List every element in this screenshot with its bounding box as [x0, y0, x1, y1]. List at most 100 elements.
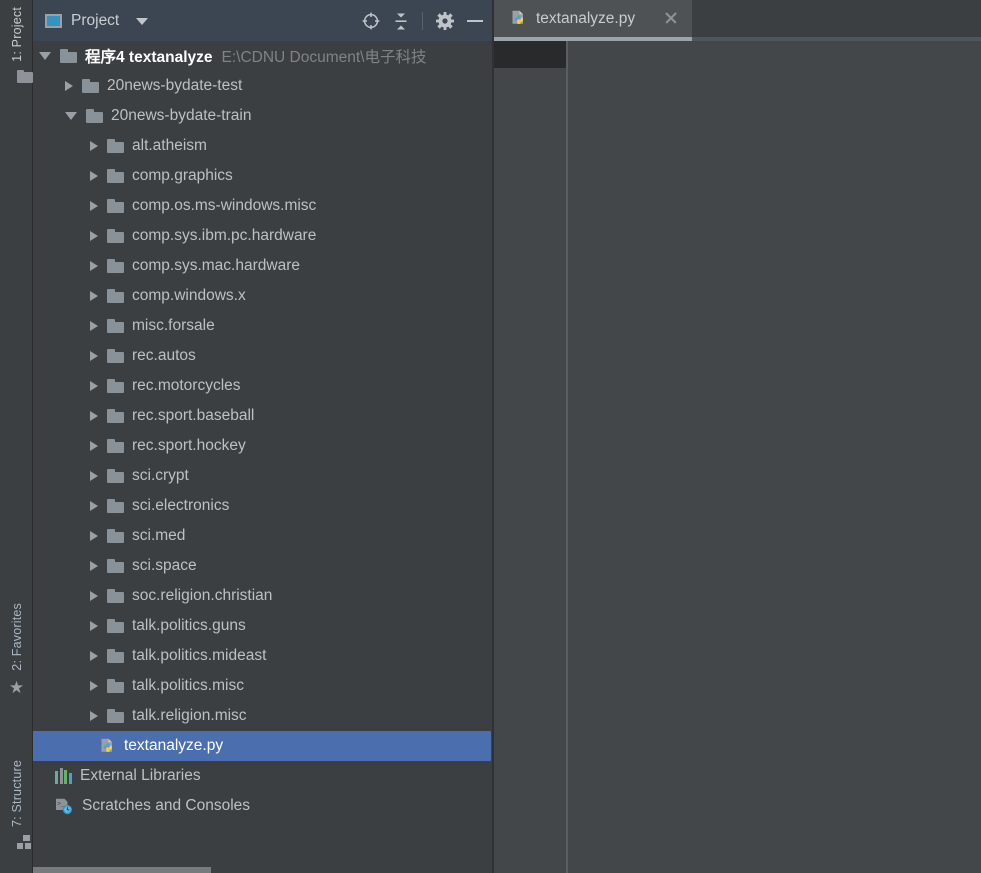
- chevron-collapsed-icon[interactable]: [90, 531, 98, 541]
- sidebar-tab-project[interactable]: 1: Project: [0, 4, 33, 70]
- gear-icon[interactable]: [436, 11, 454, 30]
- chevron-collapsed-icon[interactable]: [90, 171, 98, 181]
- tree-row-label: 20news-bydate-test: [107, 77, 243, 94]
- tree-row-label: talk.religion.misc: [132, 707, 247, 724]
- chevron-collapsed-icon[interactable]: [90, 651, 98, 661]
- chevron-collapsed-icon[interactable]: [90, 141, 98, 151]
- chevron-collapsed-icon[interactable]: [90, 411, 98, 421]
- tree-row-label: talk.politics.misc: [132, 677, 244, 694]
- project-tool-window: Project 程序4 textanalyze E:\CDNU Document…: [33, 0, 493, 873]
- collapse-all-icon[interactable]: [393, 13, 409, 29]
- chevron-expanded-icon[interactable]: [65, 112, 77, 120]
- tree-row-misc-forsale[interactable]: misc.forsale: [33, 311, 493, 341]
- chevron-collapsed-icon[interactable]: [90, 261, 98, 271]
- chevron-collapsed-icon[interactable]: [90, 291, 98, 301]
- tree-row-sci-crypt[interactable]: sci.crypt: [33, 461, 493, 491]
- tree-row-talk-politics-guns[interactable]: talk.politics.guns: [33, 611, 493, 641]
- chevron-collapsed-icon[interactable]: [90, 561, 98, 571]
- close-icon[interactable]: [664, 11, 678, 25]
- project-panel-header: Project: [33, 0, 493, 41]
- tree-row-label: rec.sport.hockey: [132, 437, 246, 454]
- tree-row-root[interactable]: 程序4 textanalyze E:\CDNU Document\电子科技: [33, 41, 493, 71]
- tree-row-rec-sport-baseball[interactable]: rec.sport.baseball: [33, 401, 493, 431]
- tree-row-label: alt.atheism: [132, 137, 207, 154]
- project-tree[interactable]: 程序4 textanalyze E:\CDNU Document\电子科技 20…: [33, 41, 493, 866]
- chevron-collapsed-icon[interactable]: [90, 351, 98, 361]
- tree-row-sci-med[interactable]: sci.med: [33, 521, 493, 551]
- tree-row-label: Scratches and Consoles: [82, 797, 251, 814]
- tree-row-label: talk.politics.mideast: [132, 647, 267, 664]
- chevron-collapsed-icon[interactable]: [90, 621, 98, 631]
- tree-row-20news-bydate-train[interactable]: 20news-bydate-train: [33, 101, 493, 131]
- project-horizontal-scrollbar[interactable]: [33, 866, 493, 873]
- tree-row-label: sci.crypt: [132, 467, 189, 484]
- sidebar-tab-favorites[interactable]: 2: Favorites ★: [0, 600, 33, 696]
- scratches-consoles-icon: >_: [55, 798, 74, 815]
- chevron-collapsed-icon[interactable]: [90, 681, 98, 691]
- scrollbar-thumb[interactable]: [33, 867, 211, 873]
- tree-row-label: textanalyze.py: [124, 737, 224, 754]
- minimize-icon[interactable]: [467, 19, 483, 22]
- folder-icon: [107, 559, 124, 573]
- tree-row-comp-os-ms-windows-misc[interactable]: comp.os.ms-windows.misc: [33, 191, 493, 221]
- tree-row-rec-autos[interactable]: rec.autos: [33, 341, 493, 371]
- tree-row-label: External Libraries: [80, 767, 201, 784]
- tree-row-label: sci.electronics: [132, 497, 230, 514]
- editor-tab-label: textanalyze.py: [536, 9, 636, 27]
- toolbar-divider: [422, 11, 423, 30]
- tree-row-rec-motorcycles[interactable]: rec.motorcycles: [33, 371, 493, 401]
- chevron-collapsed-icon[interactable]: [90, 381, 98, 391]
- chevron-collapsed-icon[interactable]: [90, 441, 98, 451]
- tree-row-comp-windows-x[interactable]: comp.windows.x: [33, 281, 493, 311]
- editor-tabs-strip: textanalyze.py: [494, 0, 981, 41]
- tree-row-rec-sport-hockey[interactable]: rec.sport.hockey: [33, 431, 493, 461]
- tree-row-textanalyze-py[interactable]: textanalyze.py: [33, 731, 491, 761]
- tree-row-label: comp.os.ms-windows.misc: [132, 197, 317, 214]
- tree-row-talk-politics-misc[interactable]: talk.politics.misc: [33, 671, 493, 701]
- chevron-collapsed-icon[interactable]: [90, 711, 98, 721]
- tree-row-comp-sys-ibm-pc-hardware[interactable]: comp.sys.ibm.pc.hardware: [33, 221, 493, 251]
- tree-row-label: rec.sport.baseball: [132, 407, 255, 424]
- tree-row-scratches-and-consoles[interactable]: >_ Scratches and Consoles: [33, 791, 493, 821]
- tree-row-label: talk.politics.guns: [132, 617, 246, 634]
- python-file-icon: [510, 10, 527, 27]
- editor-canvas[interactable]: [494, 41, 981, 873]
- editor-gutter-divider: [566, 41, 568, 873]
- tree-row-label: comp.windows.x: [132, 287, 246, 304]
- tree-row-talk-politics-mideast[interactable]: talk.politics.mideast: [33, 641, 493, 671]
- chevron-collapsed-icon[interactable]: [90, 501, 98, 511]
- sidebar-tab-structure[interactable]: 7: Structure: [0, 757, 33, 850]
- tree-row-label: 20news-bydate-train: [111, 107, 252, 124]
- sidebar-tab-project-label: 1: Project: [9, 7, 24, 62]
- tree-row-label: comp.graphics: [132, 167, 233, 184]
- folder-icon: [107, 169, 124, 183]
- chevron-collapsed-icon[interactable]: [90, 321, 98, 331]
- star-icon: ★: [8, 677, 25, 697]
- tree-row-comp-graphics[interactable]: comp.graphics: [33, 161, 493, 191]
- chevron-collapsed-icon[interactable]: [65, 81, 73, 91]
- tree-row-external-libraries[interactable]: External Libraries: [33, 761, 493, 791]
- folder-icon: [60, 49, 77, 63]
- tree-row-20news-bydate-test[interactable]: 20news-bydate-test: [33, 71, 493, 101]
- crosshair-target-icon[interactable]: [362, 12, 380, 30]
- chevron-collapsed-icon[interactable]: [90, 591, 98, 601]
- tree-row-alt-atheism[interactable]: alt.atheism: [33, 131, 493, 161]
- tree-row-comp-sys-mac-hardware[interactable]: comp.sys.mac.hardware: [33, 251, 493, 281]
- tree-row-sci-electronics[interactable]: sci.electronics: [33, 491, 493, 521]
- chevron-down-icon[interactable]: [136, 18, 149, 25]
- folder-icon: [86, 109, 103, 123]
- tree-row-label: soc.religion.christian: [132, 587, 273, 604]
- editor-tab-textanalyze-py[interactable]: textanalyze.py: [494, 0, 692, 37]
- project-panel-title-group[interactable]: Project: [45, 11, 149, 30]
- folder-icon: [107, 349, 124, 363]
- tree-row-sci-space[interactable]: sci.space: [33, 551, 493, 581]
- chevron-collapsed-icon[interactable]: [90, 231, 98, 241]
- tree-row-soc-religion-christian[interactable]: soc.religion.christian: [33, 581, 493, 611]
- chevron-expanded-icon[interactable]: [39, 52, 51, 60]
- ide-window: 1: Project 2: Favorites ★ 7: Structure P…: [0, 0, 981, 873]
- tree-row-talk-religion-misc[interactable]: talk.religion.misc: [33, 701, 493, 731]
- chevron-collapsed-icon[interactable]: [90, 201, 98, 211]
- project-panel-title: Project: [71, 11, 120, 29]
- tree-row-label: sci.space: [132, 557, 197, 574]
- chevron-collapsed-icon[interactable]: [90, 471, 98, 481]
